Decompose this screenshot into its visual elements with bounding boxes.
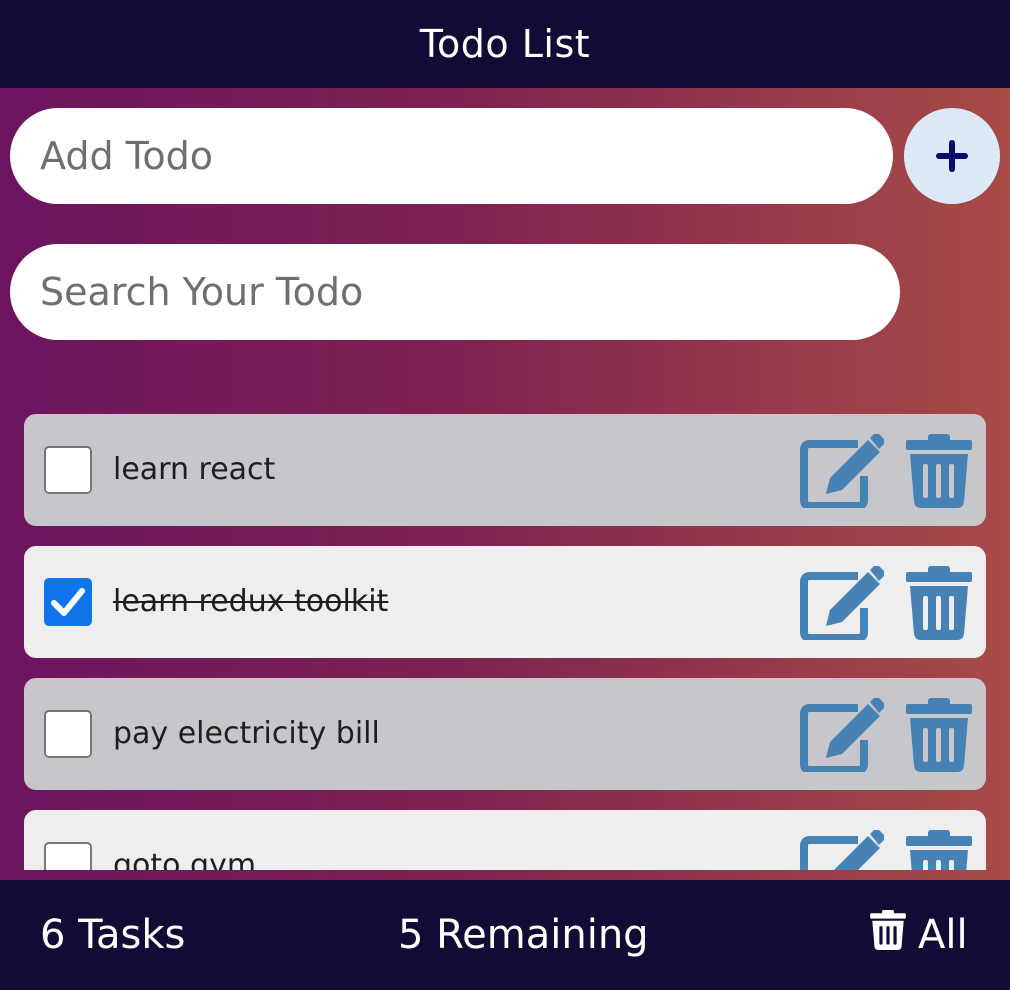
- todo-text: learn react: [113, 452, 276, 487]
- add-todo-input[interactable]: [10, 108, 893, 204]
- trash-icon: [870, 910, 906, 950]
- todo-list: learn react learn redux toolkit pay elec…: [24, 414, 986, 870]
- todo-item: pay electricity bill: [24, 678, 986, 790]
- edit-icon[interactable]: [800, 698, 884, 772]
- clear-all-label: All: [918, 912, 968, 958]
- todo-checkbox[interactable]: [44, 842, 92, 870]
- plus-icon: [936, 140, 968, 172]
- todo-item: learn redux toolkit: [24, 546, 986, 658]
- todo-item: goto gym: [24, 810, 986, 870]
- app-header: Todo List: [0, 0, 1010, 88]
- todo-text: learn redux toolkit: [113, 584, 389, 619]
- todo-checkbox[interactable]: [44, 446, 92, 494]
- checkmark-icon: [51, 588, 85, 616]
- tasks-count: 6 Tasks: [40, 912, 186, 958]
- clear-all-button[interactable]: All: [870, 880, 968, 990]
- trash-icon[interactable]: [906, 434, 972, 508]
- todo-checkbox[interactable]: [44, 578, 92, 626]
- todo-checkbox[interactable]: [44, 710, 92, 758]
- remaining-count: 5 Remaining: [398, 912, 649, 958]
- edit-icon[interactable]: [800, 434, 884, 508]
- edit-icon[interactable]: [800, 830, 884, 870]
- page-title: Todo List: [419, 22, 591, 66]
- edit-icon[interactable]: [800, 566, 884, 640]
- trash-icon[interactable]: [906, 566, 972, 640]
- todo-text: goto gym: [113, 848, 257, 870]
- app-footer: 6 Tasks 5 Remaining All: [0, 880, 1010, 990]
- trash-icon[interactable]: [906, 830, 972, 870]
- todo-text: pay electricity bill: [113, 716, 380, 751]
- todo-item: learn react: [24, 414, 986, 526]
- add-todo-button[interactable]: [904, 108, 1000, 204]
- search-todo-input[interactable]: [10, 244, 900, 340]
- trash-icon[interactable]: [906, 698, 972, 772]
